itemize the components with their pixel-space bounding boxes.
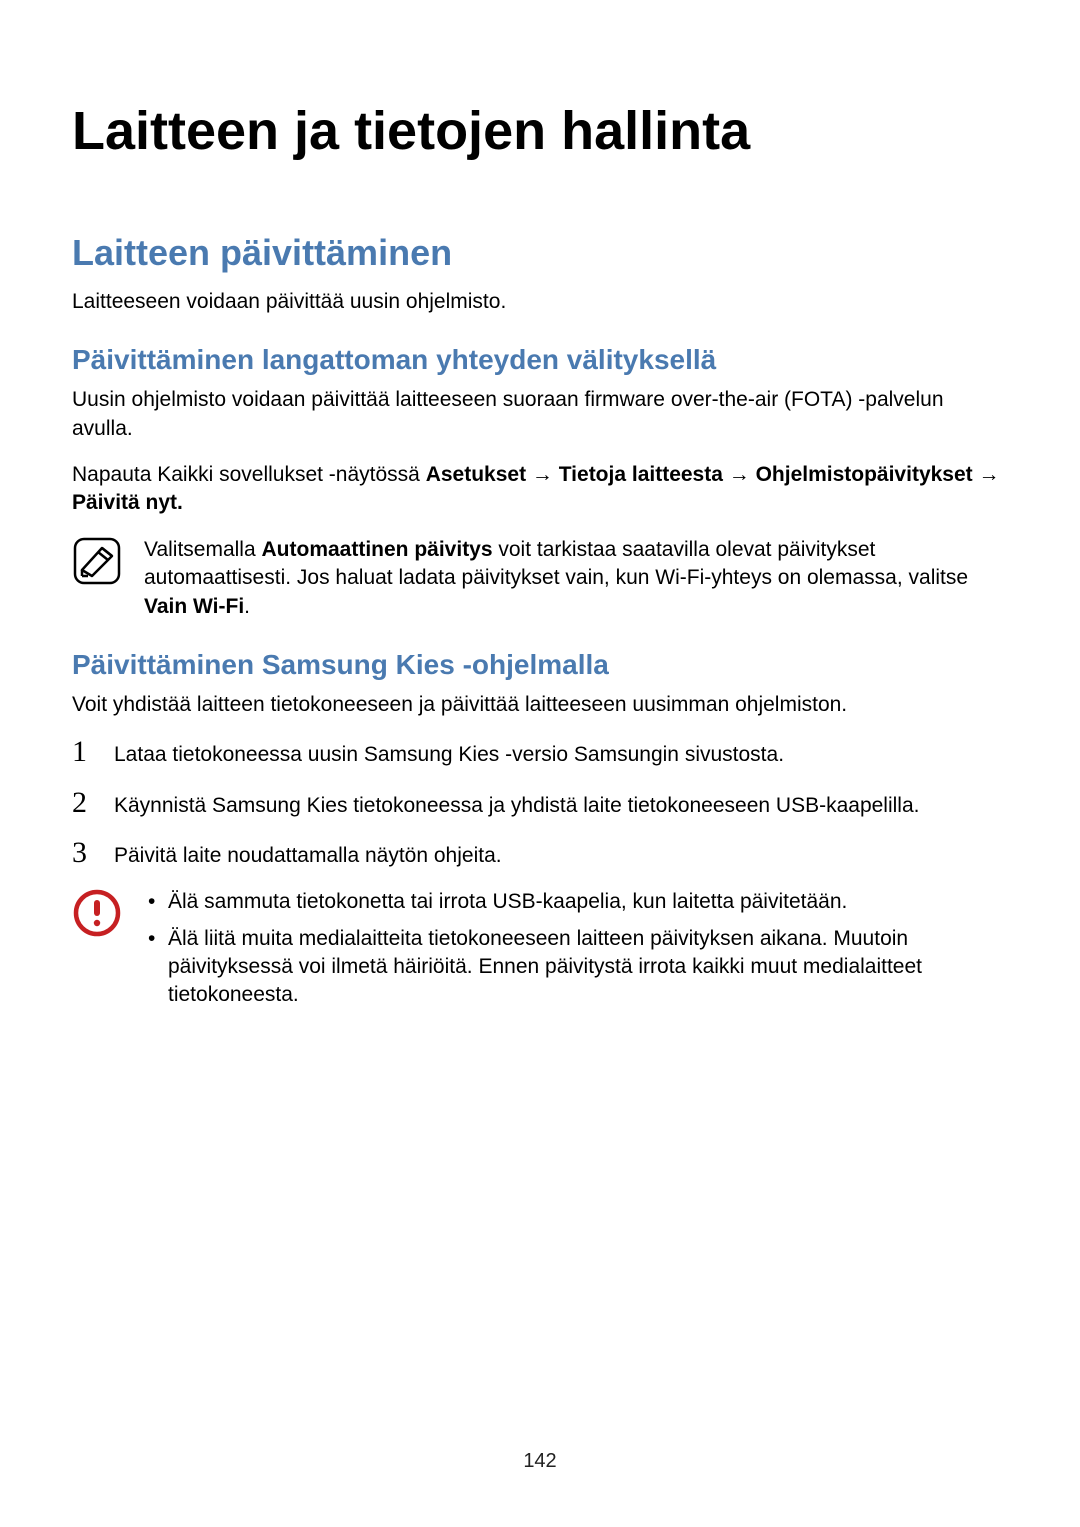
list-item: 2 Käynnistä Samsung Kies tietokoneessa j…	[72, 788, 1008, 820]
text: .	[244, 595, 250, 618]
warning-icon	[72, 888, 122, 938]
subsection-heading: Päivittäminen Samsung Kies -ohjelmalla	[72, 649, 1008, 681]
section-intro: Laitteeseen voidaan päivittää uusin ohje…	[72, 288, 1008, 316]
list-item: 1 Lataa tietokoneessa uusin Samsung Kies…	[72, 737, 1008, 769]
paragraph: Uusin ohjelmisto voidaan päivittää laitt…	[72, 386, 1008, 443]
section-heading: Laitteen päivittäminen	[72, 232, 1008, 274]
warning-list: Älä sammuta tietokonetta tai irrota USB-…	[144, 888, 1008, 1009]
step-number: 3	[72, 838, 94, 868]
step-text: Käynnistä Samsung Kies tietokoneessa ja …	[114, 792, 1008, 820]
warning-callout: Älä sammuta tietokonetta tai irrota USB-…	[72, 888, 1008, 1017]
step-number: 2	[72, 788, 94, 818]
subsection-heading: Päivittäminen langattoman yhteyden välit…	[72, 344, 1008, 376]
list-item: Älä sammuta tietokonetta tai irrota USB-…	[144, 888, 1008, 916]
list-item: 3 Päivitä laite noudattamalla näytön ohj…	[72, 838, 1008, 870]
note-callout: Valitsemalla Automaattinen päivitys voit…	[72, 536, 1008, 621]
note-icon	[72, 536, 122, 586]
warning-text: Älä sammuta tietokonetta tai irrota USB-…	[144, 888, 1008, 1017]
step-text: Päivitä laite noudattamalla näytön ohjei…	[114, 842, 1008, 870]
step-number: 1	[72, 737, 94, 767]
step-text: Lataa tietokoneessa uusin Samsung Kies -…	[114, 741, 1008, 769]
option-name: Automaattinen päivitys	[262, 538, 493, 561]
page-title: Laitteen ja tietojen hallinta	[72, 100, 1008, 162]
paragraph: Voit yhdistää laitteen tietokoneeseen ja…	[72, 691, 1008, 719]
document-page: Laitteen ja tietojen hallinta Laitteen p…	[0, 0, 1080, 1527]
text: Valitsemalla	[144, 538, 262, 561]
step-list: 1 Lataa tietokoneessa uusin Samsung Kies…	[72, 737, 1008, 870]
paragraph: Napauta Kaikki sovellukset -näytössä Ase…	[72, 461, 1008, 518]
page-number: 142	[0, 1450, 1080, 1473]
note-text: Valitsemalla Automaattinen päivitys voit…	[144, 536, 1008, 621]
list-item: Älä liitä muita medialaitteita tietokone…	[144, 925, 1008, 1010]
option-name: Vain Wi-Fi	[144, 595, 244, 618]
text: Napauta Kaikki sovellukset -näytössä	[72, 463, 426, 486]
